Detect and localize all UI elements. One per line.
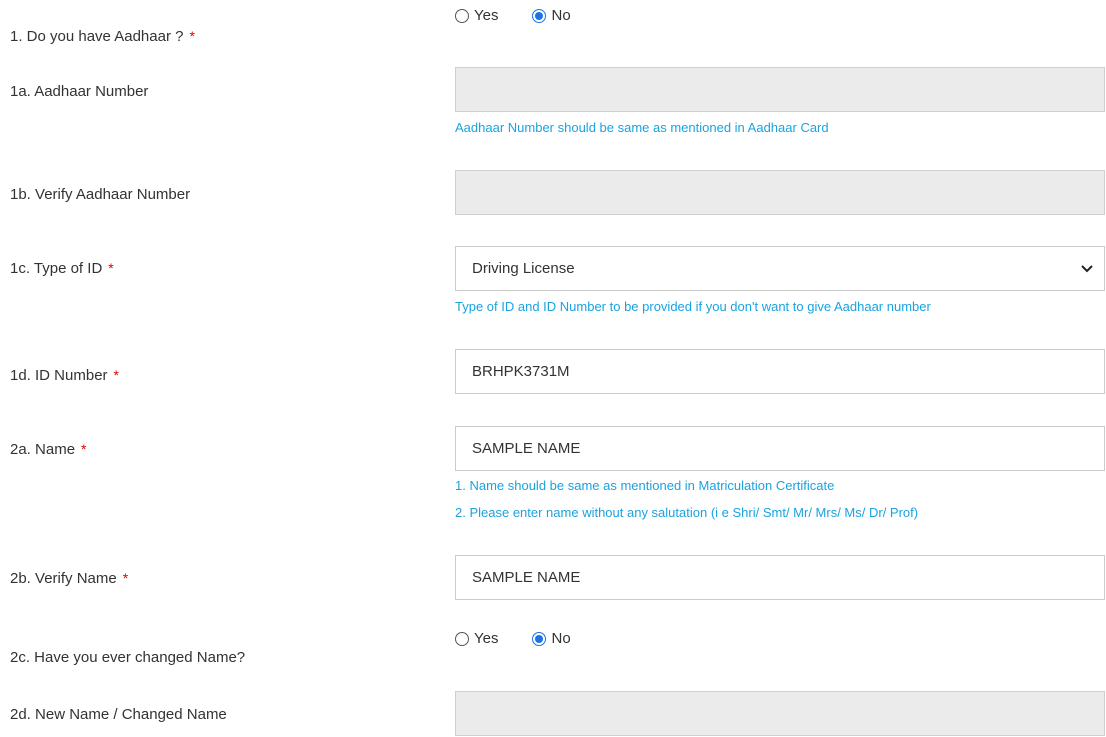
radio-yes[interactable] (455, 631, 469, 646)
q2a-label: 2a. Name * (10, 441, 87, 458)
required-marker: * (189, 28, 195, 44)
radio-yes[interactable] (455, 8, 469, 23)
chevron-down-icon (1081, 264, 1093, 272)
q2c-option-yes[interactable]: Yes (455, 630, 498, 647)
q1c-label: 1c. Type of ID * (10, 260, 114, 277)
q1c-hint: Type of ID and ID Number to be provided … (455, 299, 931, 314)
id-number-input[interactable]: BRHPK3731M (455, 349, 1105, 394)
q2c-label: 2c. Have you ever changed Name? (10, 649, 246, 666)
type-of-id-select[interactable]: Driving License (455, 246, 1105, 291)
required-marker: * (108, 260, 114, 276)
q1-option-no[interactable]: No (532, 7, 571, 24)
required-marker: * (122, 570, 129, 586)
type-of-id-selected-value: Driving License (472, 260, 575, 277)
q2b-label: 2b. Verify Name * (10, 570, 129, 587)
q1-option-yes[interactable]: Yes (455, 7, 498, 24)
q1-radio-group: Yes No (455, 7, 571, 24)
q2c-option-no[interactable]: No (532, 630, 571, 647)
verify-name-input[interactable]: SAMPLE NAME (455, 555, 1105, 600)
q1d-label: 1d. ID Number * (10, 367, 119, 384)
radio-no[interactable] (532, 631, 547, 646)
q1b-label: 1b. Verify Aadhaar Number (10, 186, 191, 203)
q2c-radio-group: Yes No (455, 630, 571, 647)
q2a-hint-2: 2. Please enter name without any salutat… (455, 505, 919, 520)
q1-label: 1. Do you have Aadhaar ? * (10, 28, 195, 45)
required-marker: * (81, 441, 87, 457)
verify-aadhaar-number-input[interactable] (455, 170, 1105, 215)
q1a-label: 1a. Aadhaar Number (10, 83, 149, 100)
q1a-hint: Aadhaar Number should be same as mention… (455, 120, 829, 135)
radio-no[interactable] (532, 8, 547, 23)
name-input[interactable]: SAMPLE NAME (455, 426, 1105, 471)
required-marker: * (113, 367, 119, 383)
q2d-label: 2d. New Name / Changed Name (10, 706, 227, 723)
aadhaar-number-input[interactable] (455, 67, 1105, 112)
q2a-hint-1: 1. Name should be same as mentioned in M… (455, 478, 835, 493)
changed-name-input[interactable] (455, 691, 1105, 736)
